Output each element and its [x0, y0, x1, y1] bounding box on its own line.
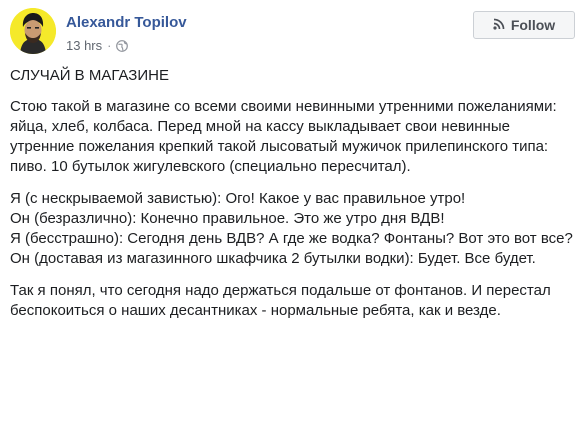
avatar[interactable]	[10, 8, 56, 54]
meta-separator: ·	[107, 38, 112, 53]
post-paragraph: Так я понял, что сегодня надо держаться …	[10, 282, 551, 319]
follow-button-label: Follow	[510, 17, 556, 33]
post-header: Alexandr Topilov 13 hrs · Follow	[10, 8, 575, 58]
globe-icon[interactable]	[116, 39, 129, 52]
avatar-portrait-icon	[10, 8, 56, 54]
post-title: СЛУЧАЙ В МАГАЗИНЕ	[10, 67, 169, 84]
post-paragraph: Стою такой в магазине со всеми своими не…	[10, 98, 557, 175]
post-meta: 13 hrs ·	[66, 38, 129, 53]
rss-icon	[493, 17, 505, 33]
timestamp[interactable]: 13 hrs	[66, 38, 102, 53]
dialogue-line: Я (с нескрываемой завистью): Ого! Какое …	[10, 190, 466, 207]
dialogue-line: Он (безразлично): Конечно правильное. Эт…	[10, 210, 445, 227]
dialogue-block: Я (с нескрываемой завистью): Ого! Какое …	[10, 189, 575, 269]
author-name[interactable]: Alexandr Topilov	[66, 14, 187, 31]
dialogue-line: Я (бесстрашно): Сегодня день ВДВ? А где …	[10, 230, 573, 247]
dialogue-line: Он (доставая из магазинного шкафчика 2 б…	[10, 250, 536, 267]
facebook-post: Alexandr Topilov 13 hrs · Follow СЛУЧАЙ …	[0, 0, 585, 435]
post-body: СЛУЧАЙ В МАГАЗИНЕ Стою такой в магазине …	[10, 66, 575, 333]
follow-button[interactable]: Follow	[473, 11, 575, 39]
